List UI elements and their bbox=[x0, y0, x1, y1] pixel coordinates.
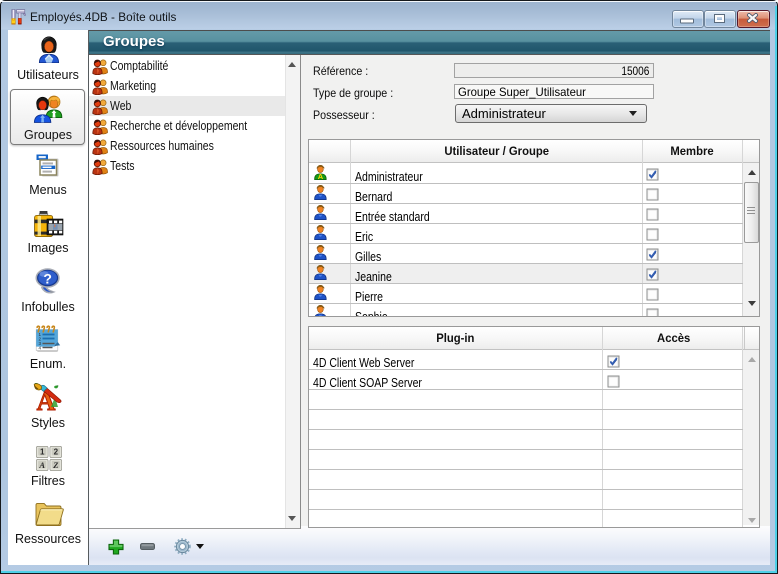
svg-text:Z: Z bbox=[52, 460, 58, 470]
svg-text:1: 1 bbox=[40, 448, 45, 457]
svg-text:2: 2 bbox=[54, 448, 59, 457]
svg-text:A: A bbox=[38, 460, 45, 470]
svg-text:?: ? bbox=[43, 270, 52, 286]
